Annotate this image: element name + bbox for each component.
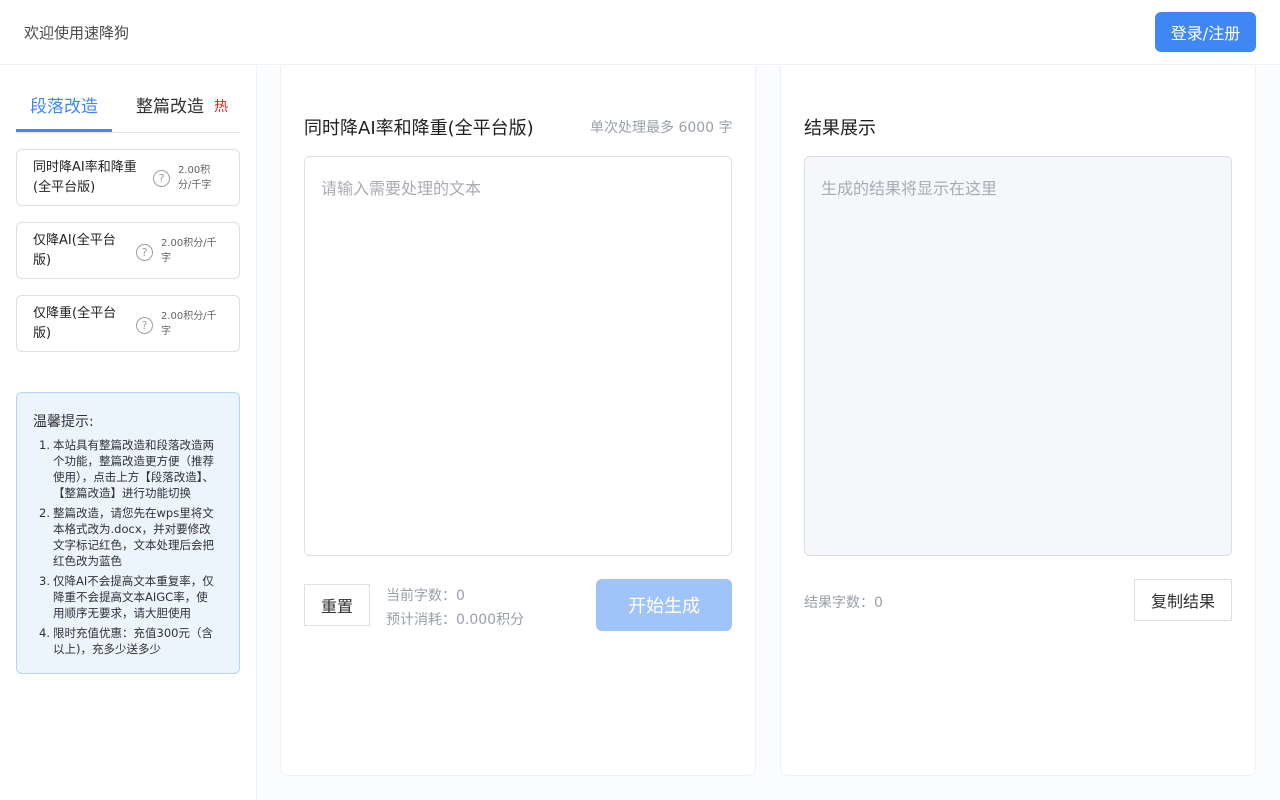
tip-line: 使用），点击上方【段落改造】、 <box>53 470 214 484</box>
welcome-text: 欢迎使用速降狗 <box>24 24 130 42</box>
mode-label-line: 同时降AI率和降重 <box>33 160 137 175</box>
mode-option-dedup-only[interactable]: 仅降重(全平台 版) ? 2.00积分/千 字 <box>16 295 240 352</box>
tip-line: 以上)，充多少送多少 <box>53 642 161 656</box>
help-icon[interactable]: ? <box>136 244 153 261</box>
mode-label-line: 版) <box>33 253 52 268</box>
source-text-input[interactable]: 请输入需要处理的文本 <box>304 156 732 556</box>
tip-item: 3. 仅降AI不会提高文本重复率，仅 降重不会提高文本AIGC率，使 用顺序无要… <box>33 573 229 621</box>
tip-line: 【整篇改造】进行功能切换 <box>53 486 191 500</box>
tab-full-text-label: 整篇改造 <box>136 97 204 117</box>
tip-number: 3. <box>39 574 50 588</box>
tip-line: 红色改为蓝色 <box>53 554 122 568</box>
hot-badge: 热 <box>214 99 228 115</box>
result-output[interactable]: 生成的结果将显示在这里 <box>804 156 1232 556</box>
mode-price: 2.00积分/千 字 <box>161 309 217 339</box>
input-panel-title: 同时降AI率和降重(全平台版) <box>304 118 534 139</box>
help-icon[interactable]: ? <box>136 317 153 334</box>
result-placeholder: 生成的结果将显示在这里 <box>821 179 998 198</box>
tip-line: 仅降AI不会提高文本重复率，仅 <box>53 574 214 588</box>
copy-result-button[interactable]: 复制结果 <box>1134 579 1232 621</box>
price-line: 2.00积 <box>178 165 211 176</box>
result-char-count: 结果字数：0 <box>804 595 883 611</box>
tips-panel: 温馨提示: 1. 本站具有整篇改造和段落改造两 个功能，整篇改造更方便（推荐 使… <box>16 392 240 674</box>
mode-label-line: (全平台版) <box>33 180 96 195</box>
input-placeholder: 请输入需要处理的文本 <box>321 179 482 198</box>
mode-label-line: 仅降重(全平台 <box>33 306 117 321</box>
tip-line: 用顺序无要求，请大胆使用 <box>53 606 191 620</box>
tab-full-text[interactable]: 整篇改造 热 <box>136 92 240 132</box>
mode-label-line: 版) <box>33 326 52 341</box>
mode-option-ai-only[interactable]: 仅降AI(全平台 版) ? 2.00积分/千 字 <box>16 222 240 279</box>
mode-option-label: 同时降AI率和降重 (全平台版) <box>33 158 137 198</box>
reset-button[interactable]: 重置 <box>304 584 370 626</box>
mode-price: 2.00积 分/千字 <box>178 163 211 193</box>
price-line: 2.00积分/千 <box>161 311 217 322</box>
mode-label-line: 仅降AI(全平台 <box>33 233 116 248</box>
mode-price: 2.00积分/千 字 <box>161 236 217 266</box>
mode-option-ai-and-dedup[interactable]: 同时降AI率和降重 (全平台版) ? 2.00积 分/千字 <box>16 149 240 206</box>
login-register-button[interactable]: 登录/注册 <box>1155 12 1256 52</box>
mode-option-label: 仅降AI(全平台 版) <box>33 231 116 271</box>
tip-line: 限时充值优惠：充值300元（含 <box>53 626 213 640</box>
price-line: 字 <box>161 326 171 337</box>
tip-line: 整篇改造，请您先在wps里将文 <box>53 506 214 520</box>
tip-line: 降重不会提高文本AIGC率，使 <box>53 590 208 604</box>
tip-number: 2. <box>39 506 50 520</box>
mode-option-label: 仅降重(全平台 版) <box>33 304 116 344</box>
tip-line: 本站具有整篇改造和段落改造两 <box>53 438 214 452</box>
tab-paragraph[interactable]: 段落改造 <box>16 92 112 132</box>
tip-item: 2. 整篇改造，请您先在wps里将文 本格式改为.docx，并对要修改 文字标记… <box>33 505 229 569</box>
tip-item: 1. 本站具有整篇改造和段落改造两 个功能，整篇改造更方便（推荐 使用），点击上… <box>33 437 229 501</box>
help-icon[interactable]: ? <box>153 170 170 187</box>
tip-line: 本格式改为.docx，并对要修改 <box>53 522 211 536</box>
tips-title: 温馨提示: <box>33 414 94 430</box>
tip-item: 4. 限时充值优惠：充值300元（含 以上)，充多少送多少 <box>33 625 229 657</box>
price-line: 分/千字 <box>178 180 212 191</box>
top-bar: 欢迎使用速降狗 登录/注册 <box>0 0 1280 65</box>
tip-line: 个功能，整篇改造更方便（推荐 <box>53 454 214 468</box>
tip-number: 4. <box>39 626 50 640</box>
tip-number: 1. <box>39 438 50 452</box>
tab-paragraph-label: 段落改造 <box>30 97 98 117</box>
price-line: 字 <box>161 253 171 264</box>
result-panel-title: 结果展示 <box>804 118 876 139</box>
current-char-count: 当前字数：0 <box>386 588 465 604</box>
price-line: 2.00积分/千 <box>161 238 217 249</box>
estimated-cost: 预计消耗：0.000积分 <box>386 612 525 628</box>
start-generate-button[interactable]: 开始生成 <box>596 579 732 631</box>
mode-tabs: 段落改造 整篇改造 热 <box>16 92 240 133</box>
active-tab-indicator <box>16 129 112 132</box>
tip-line: 文字标记红色，文本处理后会把 <box>53 538 214 552</box>
tips-list: 1. 本站具有整篇改造和段落改造两 个功能，整篇改造更方便（推荐 使用），点击上… <box>33 437 229 661</box>
length-limit-hint: 单次处理最多 6000 字 <box>590 120 733 136</box>
